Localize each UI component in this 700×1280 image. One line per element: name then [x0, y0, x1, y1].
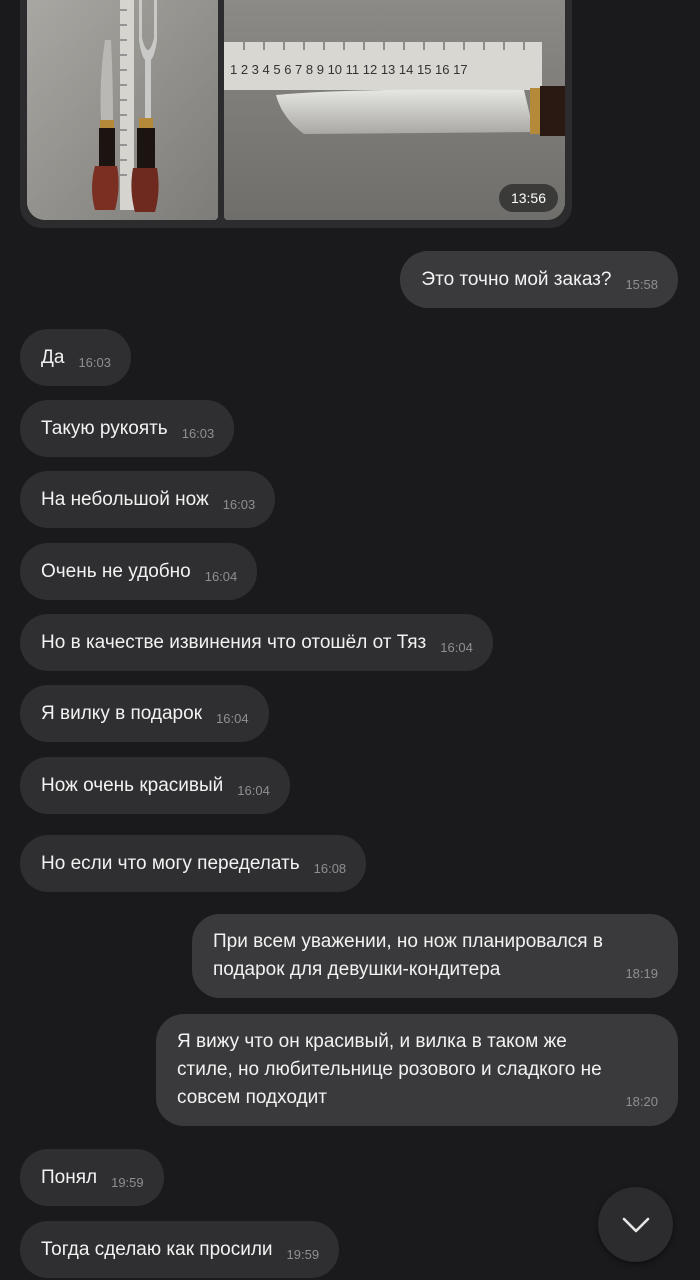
incoming-message[interactable]: Тогда сделаю как просили 19:59 [20, 1221, 340, 1278]
message-text: На небольшой нож [41, 488, 209, 510]
message-time: 16:04 [204, 569, 238, 584]
message-text: Очень не удобно [41, 560, 191, 582]
incoming-message[interactable]: На небольшой нож 16:03 [20, 471, 276, 528]
incoming-message[interactable]: Да 16:03 [20, 329, 131, 386]
message-text-line: совсем подходит [177, 1087, 327, 1108]
message-time: 16:04 [440, 640, 473, 655]
incoming-message[interactable]: Очень не удобно 16:04 [20, 543, 258, 600]
message-text: Но в качестве извинения что отошёл от Тя… [41, 631, 427, 653]
scroll-to-bottom-button[interactable] [598, 1187, 673, 1262]
message-time: 19:59 [111, 1175, 144, 1190]
outgoing-message[interactable]: При всем уважении, но нож планировался в… [192, 914, 678, 998]
incoming-message[interactable]: Такую рукоять 16:03 [20, 400, 235, 457]
photo-knife-and-fork[interactable] [27, 0, 218, 220]
message-text-line: При всем уважении, но нож планировался в [213, 931, 603, 952]
message-text: Да [41, 346, 65, 368]
message-text: Но если что могу переделать [41, 852, 300, 874]
incoming-message[interactable]: Понял 19:59 [20, 1149, 164, 1206]
photo-timestamp: 13:56 [498, 184, 558, 212]
chevron-down-icon [622, 1217, 649, 1232]
incoming-message[interactable]: Но в качестве извинения что отошёл от Тя… [20, 614, 493, 671]
message-time: 18:19 [625, 966, 658, 981]
chat-message-list[interactable]: 1 2 3 4 5 6 7 8 9 10 11 12 13 14 15 16 1… [0, 0, 700, 1280]
message-text: Понял [41, 1166, 98, 1188]
outgoing-message[interactable]: Это точно мой заказ? 15:58 [400, 251, 678, 308]
message-text-line: стиле, но любительнице розового и сладко… [177, 1059, 602, 1080]
message-time: 16:03 [78, 355, 111, 370]
message-time: 16:04 [216, 711, 249, 726]
ruler-numbers: 1 2 3 4 5 6 7 8 9 10 11 12 13 14 15 16 1… [230, 62, 468, 77]
message-time: 18:20 [625, 1094, 658, 1109]
message-text: Такую рукоять [41, 417, 168, 439]
message-text: Это точно мой заказ? [421, 268, 612, 290]
incoming-message[interactable]: Я вилку в подарок 16:04 [20, 685, 269, 742]
message-time: 16:08 [313, 861, 347, 876]
message-text: Тогда сделаю как просили [41, 1238, 273, 1260]
outgoing-message[interactable]: Я вижу что он красивый, и вилка в таком … [156, 1014, 678, 1126]
message-time: 16:03 [222, 497, 256, 512]
message-text-line: Я вижу что он красивый, и вилка в таком … [177, 1031, 567, 1052]
incoming-message[interactable]: Но если что могу переделать 16:08 [20, 835, 367, 892]
incoming-message[interactable]: Нож очень красивый 16:04 [20, 757, 290, 814]
message-time: 16:03 [181, 426, 215, 441]
message-time: 15:58 [625, 277, 658, 292]
message-text: Нож очень красивый [41, 774, 224, 796]
message-text: Я вилку в подарок [41, 702, 203, 724]
photo-message[interactable]: 1 2 3 4 5 6 7 8 9 10 11 12 13 14 15 16 1… [20, 0, 572, 228]
message-time: 16:04 [237, 783, 270, 798]
message-time: 19:59 [286, 1247, 320, 1262]
message-text-line: подарок для девушки-кондитера [213, 959, 501, 980]
